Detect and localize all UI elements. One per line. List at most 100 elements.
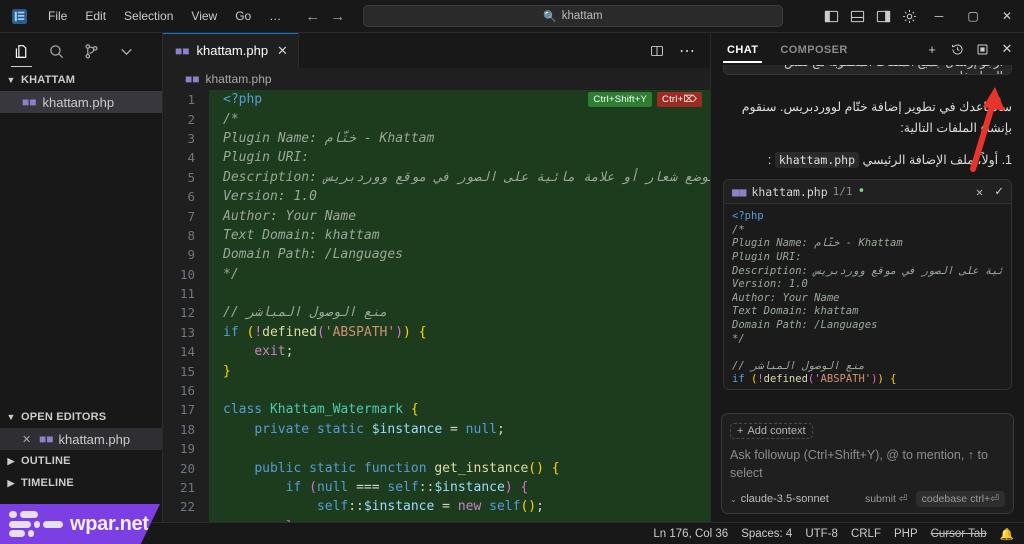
chevron-right-icon: ▶: [7, 455, 15, 466]
nav-forward-icon[interactable]: →: [330, 9, 345, 24]
code-card-line: <?php: [732, 210, 764, 223]
status-eol[interactable]: CRLF: [851, 528, 881, 540]
menu-view[interactable]: View: [183, 6, 225, 26]
title-bar: File Edit Selection View Go … ← → 🔍 khat…: [0, 0, 1024, 33]
model-selector[interactable]: ⌄ claude-3.5-sonnet: [730, 493, 829, 505]
window-minimize-button[interactable]: ─: [922, 0, 956, 32]
status-cursor-position[interactable]: Ln 176, Col 36: [653, 528, 728, 540]
line-number: 6: [187, 189, 195, 205]
sidebar: ▼ KHATTAM ■■ khattam.php ▼ OPEN EDITORS …: [0, 33, 163, 522]
search-icon[interactable]: [39, 35, 74, 67]
chat-input-box[interactable]: + Add context Ask followup (Ctrl+Shift+Y…: [721, 412, 1014, 514]
chat-submit-actions: submit ⏎ codebase ctrl+⏎: [865, 491, 1005, 507]
chevron-right-icon: ▶: [7, 477, 15, 488]
code-line-content: /*: [209, 109, 710, 129]
add-context-button[interactable]: + Add context: [730, 422, 813, 439]
line-number: 1: [187, 92, 195, 108]
submit-button[interactable]: submit ⏎: [865, 493, 908, 505]
code-line-content: private static $instance = null;: [209, 419, 710, 440]
code-card-line: Text Domain: khattam: [732, 305, 859, 318]
editor-tabs: ■■ khattam.php ✕ ⋯: [163, 33, 710, 68]
toggle-sidebar-right-icon[interactable]: [870, 3, 896, 29]
watermark-badge: wpar.net: [0, 504, 160, 544]
window-close-button[interactable]: ✕: [990, 0, 1024, 32]
history-icon[interactable]: [946, 38, 968, 60]
code-line: 8 Text Domain: khattam: [163, 225, 710, 246]
close-icon[interactable]: ✕: [277, 43, 288, 59]
accept-code-button[interactable]: ✓: [995, 184, 1003, 199]
editor-group: ■■ khattam.php ✕ ⋯ ■■ khattam.php Ctrl+S…: [163, 33, 710, 522]
tabs-empty-space: [298, 33, 644, 68]
code-line-content: [209, 380, 710, 401]
menu-edit[interactable]: Edit: [77, 6, 114, 26]
line-number: 10: [179, 266, 195, 282]
menu-more-icon[interactable]: …: [261, 6, 289, 26]
window-maximize-button[interactable]: ▢: [956, 0, 990, 32]
line-number: 2: [187, 111, 195, 127]
outline-header[interactable]: ▶ OUTLINE: [0, 450, 162, 472]
reject-code-button[interactable]: ✕: [976, 185, 983, 199]
chat-code-card: ■■ khattam.php 1/1 • ✕ ✓ <?php/* Plugin N…: [723, 179, 1012, 390]
code-card-line: /*: [732, 223, 745, 236]
code-line: 10 */: [163, 264, 710, 284]
tab-khattam-php[interactable]: ■■ khattam.php ✕: [163, 33, 299, 68]
line-number: 21: [179, 480, 195, 495]
nav-back-icon[interactable]: ←: [305, 9, 320, 24]
code-line-content: class Khattam_Watermark {: [209, 400, 710, 420]
vscode-window: File Edit Selection View Go … ← → 🔍 khat…: [0, 0, 1024, 544]
outline-label: OUTLINE: [21, 455, 71, 467]
code-line-content: Domain Path: /Languages: [209, 245, 710, 265]
menu-go[interactable]: Go: [227, 6, 259, 26]
open-editor-item[interactable]: ✕ ■■ khattam.php: [0, 428, 162, 450]
accept-change-badge[interactable]: Ctrl+Shift+Y: [588, 92, 653, 107]
maximize-panel-icon[interactable]: [971, 38, 993, 60]
code-line: 11: [163, 283, 710, 304]
tab-composer[interactable]: COMPOSER: [774, 36, 853, 63]
code-line-content: [209, 283, 710, 304]
status-encoding[interactable]: UTF-8: [805, 528, 838, 540]
bell-icon[interactable]: 🔔: [1000, 527, 1014, 541]
new-chat-icon[interactable]: +: [921, 38, 943, 60]
menu-file[interactable]: File: [40, 6, 75, 26]
explorer-icon[interactable]: [4, 35, 39, 67]
step-inline-code: khattam.php: [774, 152, 860, 169]
timeline-label: TIMELINE: [21, 477, 74, 489]
toggle-sidebar-left-icon[interactable]: [818, 3, 844, 29]
command-search-input[interactable]: 🔍 khattam: [362, 5, 783, 27]
php-file-icon: ■■: [175, 43, 190, 58]
close-icon[interactable]: ✕: [22, 433, 34, 446]
tab-chat[interactable]: CHAT: [721, 36, 764, 63]
split-editor-icon[interactable]: [644, 38, 670, 64]
menu-selection[interactable]: Selection: [116, 6, 181, 26]
timeline-header[interactable]: ▶ TIMELINE: [0, 472, 162, 494]
explorer-root-header[interactable]: ▼ KHATTAM: [0, 69, 162, 91]
search-icon: 🔍: [543, 10, 557, 23]
toggle-panel-icon[interactable]: [844, 3, 870, 29]
code-card-filename: khattam.php: [751, 184, 828, 199]
gear-icon[interactable]: [896, 3, 922, 29]
reject-change-badge[interactable]: Ctrl+⌦: [657, 92, 702, 107]
codebase-button[interactable]: codebase ctrl+⏎: [915, 491, 1005, 507]
breadcrumb[interactable]: ■■ khattam.php: [163, 68, 710, 90]
php-file-icon: ■■: [22, 95, 37, 109]
chat-header: CHAT COMPOSER + ✕: [711, 33, 1024, 65]
code-line: 12 // منع الوصول المباشر: [163, 303, 710, 323]
code-line-content: if (! defined('ABSPATH')) {: [209, 322, 710, 343]
file-item-khattam-php[interactable]: ■■ khattam.php: [0, 91, 162, 113]
status-cursor-tab[interactable]: Cursor Tab: [931, 528, 987, 540]
source-control-icon[interactable]: [74, 35, 109, 67]
code-line-content: public static function get_instance() {: [209, 458, 710, 478]
chevron-down-icon[interactable]: [109, 35, 144, 67]
more-actions-icon[interactable]: ⋯: [674, 38, 700, 64]
code-line-content: if (null === self:: $instance) {: [209, 477, 710, 498]
line-number: 22: [179, 499, 195, 515]
status-language-mode[interactable]: PHP: [894, 528, 918, 540]
code-line: 22 self:: $instance = new self();: [163, 497, 710, 517]
close-icon[interactable]: ✕: [996, 38, 1018, 60]
line-number: 5: [187, 169, 195, 185]
status-indentation[interactable]: Spaces: 4: [741, 528, 792, 540]
chat-input-placeholder[interactable]: Ask followup (Ctrl+Shift+Y), @ to mentio…: [730, 446, 1005, 482]
code-card-line: */: [732, 332, 745, 345]
open-editors-header[interactable]: ▼ OPEN EDITORS: [0, 406, 162, 428]
code-editor[interactable]: Ctrl+Shift+Y Ctrl+⌦ 1 <?php 2/* 3 Plugin Nam…: [163, 90, 710, 522]
